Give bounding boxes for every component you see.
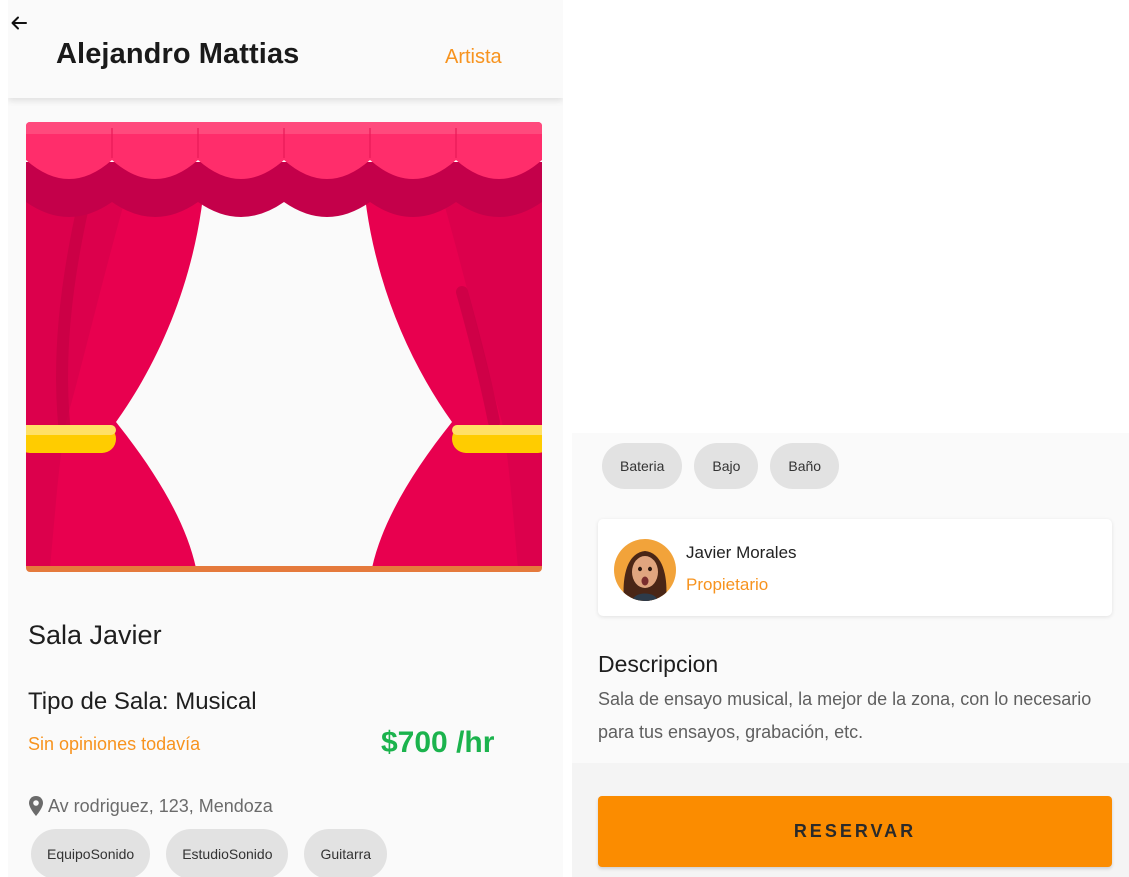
location-pin-icon — [28, 795, 44, 817]
feature-chips: Bateria Bajo Baño — [602, 443, 840, 489]
feature-chips: EquipoSonido EstudioSonido Guitarra — [31, 829, 388, 877]
feature-chip[interactable]: EstudioSonido — [166, 829, 289, 877]
feature-chip[interactable]: Bateria — [602, 443, 683, 489]
owner-card[interactable]: Javier Morales Propietario — [598, 519, 1112, 616]
feature-chip[interactable]: Bajo — [694, 443, 759, 489]
feature-chip[interactable]: Baño — [770, 443, 840, 489]
feature-chip[interactable]: Guitarra — [304, 829, 388, 877]
owner-name: Javier Morales — [686, 543, 797, 562]
description-text: Sala de ensayo musical, la mejor de la z… — [598, 689, 1092, 742]
role-link-artista[interactable]: Artista — [445, 46, 502, 69]
room-type: Tipo de Sala: Musical — [28, 688, 257, 715]
room-detail-screen-top: Alejandro Mattias Artista Sala Javier Ti… — [8, 0, 563, 877]
description-heading: Descripcion — [598, 651, 719, 677]
theater-curtain-illustration — [26, 122, 542, 572]
room-name: Sala Javier — [28, 620, 162, 650]
address-row: Av rodriguez, 123, Mendoza — [28, 793, 273, 819]
app-bar: Alejandro Mattias Artista — [8, 0, 563, 98]
avatar — [614, 539, 676, 601]
reviews-status[interactable]: Sin opiniones todavía — [28, 734, 200, 755]
room-price: $700 /hr — [381, 726, 495, 759]
room-hero-image — [26, 122, 542, 572]
owner-role: Propietario — [686, 575, 769, 594]
page-title: Alejandro Mattias — [56, 38, 300, 70]
feature-chip[interactable]: EquipoSonido — [31, 829, 151, 877]
room-detail-screen-bottom: Bateria Bajo Baño Javier Morales Propiet… — [572, 433, 1129, 877]
reserve-button[interactable]: RESERVAR — [598, 796, 1112, 867]
arrow-left-icon[interactable] — [10, 14, 28, 32]
room-address: Av rodriguez, 123, Mendoza — [48, 795, 273, 816]
